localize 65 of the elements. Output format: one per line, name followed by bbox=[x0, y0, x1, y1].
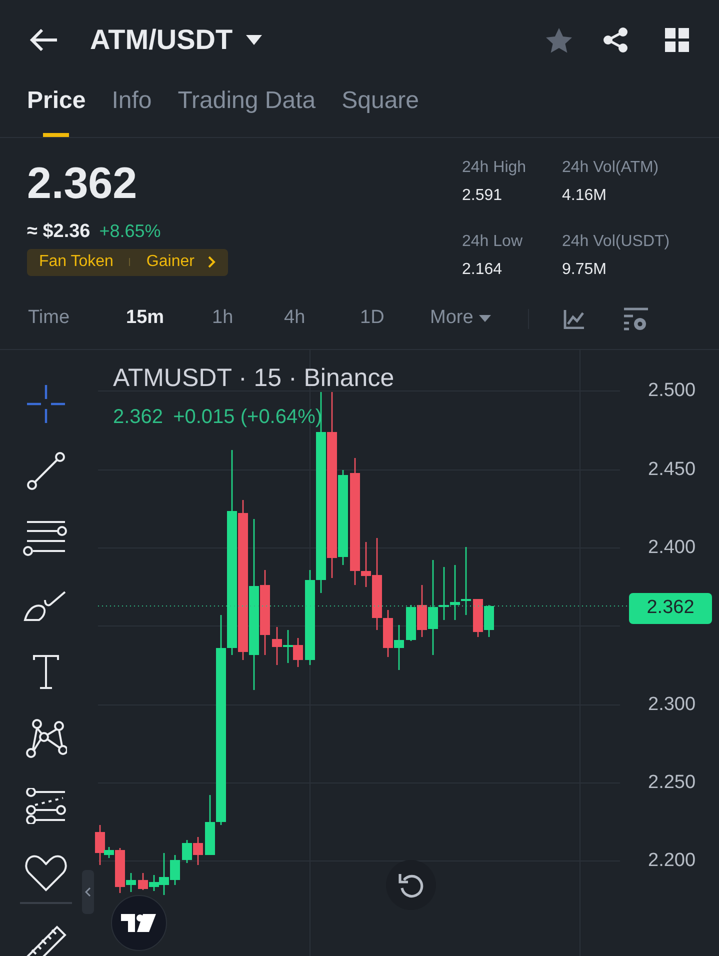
text-tool-icon[interactable] bbox=[32, 654, 60, 690]
chart-title: ATMUSDT · 15 · Binance bbox=[113, 363, 394, 394]
chart-quote: 2.362 bbox=[113, 404, 164, 430]
y-axis-label: 2.250 bbox=[648, 771, 696, 795]
pattern-icon[interactable] bbox=[25, 718, 67, 758]
candlestick bbox=[182, 840, 192, 863]
stat-label: 24h Vol(USDT) bbox=[562, 232, 671, 252]
share-icon[interactable] bbox=[603, 27, 629, 53]
dropdown-caret-icon bbox=[479, 314, 492, 322]
collapse-tab[interactable] bbox=[82, 870, 94, 914]
candlestick bbox=[450, 565, 460, 620]
chevron-right-icon bbox=[208, 256, 216, 268]
grid-menu-icon[interactable] bbox=[665, 28, 689, 52]
candlestick bbox=[272, 627, 282, 665]
candlestick bbox=[138, 873, 148, 890]
fib-levels-icon[interactable] bbox=[25, 788, 67, 824]
stat-label: 24h High bbox=[462, 158, 528, 178]
price-change: +8.65% bbox=[99, 220, 161, 243]
stat-label: 24h Low bbox=[462, 232, 524, 252]
candlestick bbox=[193, 837, 203, 865]
crosshair-icon[interactable] bbox=[26, 382, 66, 424]
stat-value: 2.591 bbox=[462, 186, 504, 206]
pair-title[interactable]: ATM/USDT bbox=[90, 19, 233, 61]
line-chart-icon[interactable] bbox=[563, 308, 585, 328]
interval-tab[interactable]: 1h bbox=[212, 304, 284, 333]
stat-value: 4.16M bbox=[562, 186, 608, 206]
candlestick bbox=[461, 547, 471, 615]
y-axis-label: 2.400 bbox=[648, 536, 696, 560]
star-icon[interactable] bbox=[545, 26, 573, 54]
logo-icon bbox=[121, 914, 157, 932]
y-axis-label: 2.300 bbox=[648, 693, 696, 717]
y-axis-label: 2.500 bbox=[648, 379, 696, 403]
tab[interactable]: Square bbox=[342, 83, 419, 137]
trend-line-icon[interactable] bbox=[26, 450, 66, 490]
candlestick bbox=[473, 599, 483, 637]
candlestick bbox=[484, 605, 494, 637]
back-icon[interactable] bbox=[30, 29, 58, 51]
candlestick bbox=[394, 625, 404, 670]
ruler-icon[interactable] bbox=[24, 924, 68, 956]
interval-tab[interactable]: More bbox=[430, 304, 530, 333]
interval-tab[interactable]: Time bbox=[28, 304, 126, 333]
stat-value: 2.164 bbox=[462, 260, 504, 280]
interval-tab[interactable]: 4h bbox=[284, 304, 360, 333]
candlestick bbox=[293, 638, 303, 667]
interval-tab[interactable]: 1D bbox=[360, 304, 430, 333]
stat-label: 24h Vol(ATM) bbox=[562, 158, 660, 178]
fiat-price: ≈ $2.36 bbox=[27, 220, 90, 244]
chart-settings-icon[interactable] bbox=[623, 306, 649, 332]
stat-value: 9.75M bbox=[562, 260, 608, 280]
tab[interactable]: Trading Data bbox=[178, 83, 316, 137]
price-label: 2.362 bbox=[629, 593, 712, 624]
heart-icon[interactable] bbox=[24, 854, 68, 892]
y-axis-label: 2.200 bbox=[648, 849, 696, 873]
y-axis-label: 2.450 bbox=[648, 458, 696, 482]
candlestick bbox=[283, 630, 293, 663]
chevron-left-icon bbox=[85, 887, 91, 897]
dropdown-caret-icon[interactable] bbox=[244, 34, 263, 46]
tag-bar[interactable]: Fan Token Gainer bbox=[27, 248, 228, 276]
interval-tab[interactable]: 15m bbox=[126, 304, 212, 333]
candlestick bbox=[170, 855, 180, 885]
tab[interactable]: Info bbox=[112, 83, 152, 137]
tab[interactable]: Price bbox=[27, 83, 86, 137]
last-price: 2.362 bbox=[27, 158, 138, 210]
reset-icon bbox=[398, 872, 424, 898]
parallel-lines-icon[interactable] bbox=[23, 520, 69, 556]
